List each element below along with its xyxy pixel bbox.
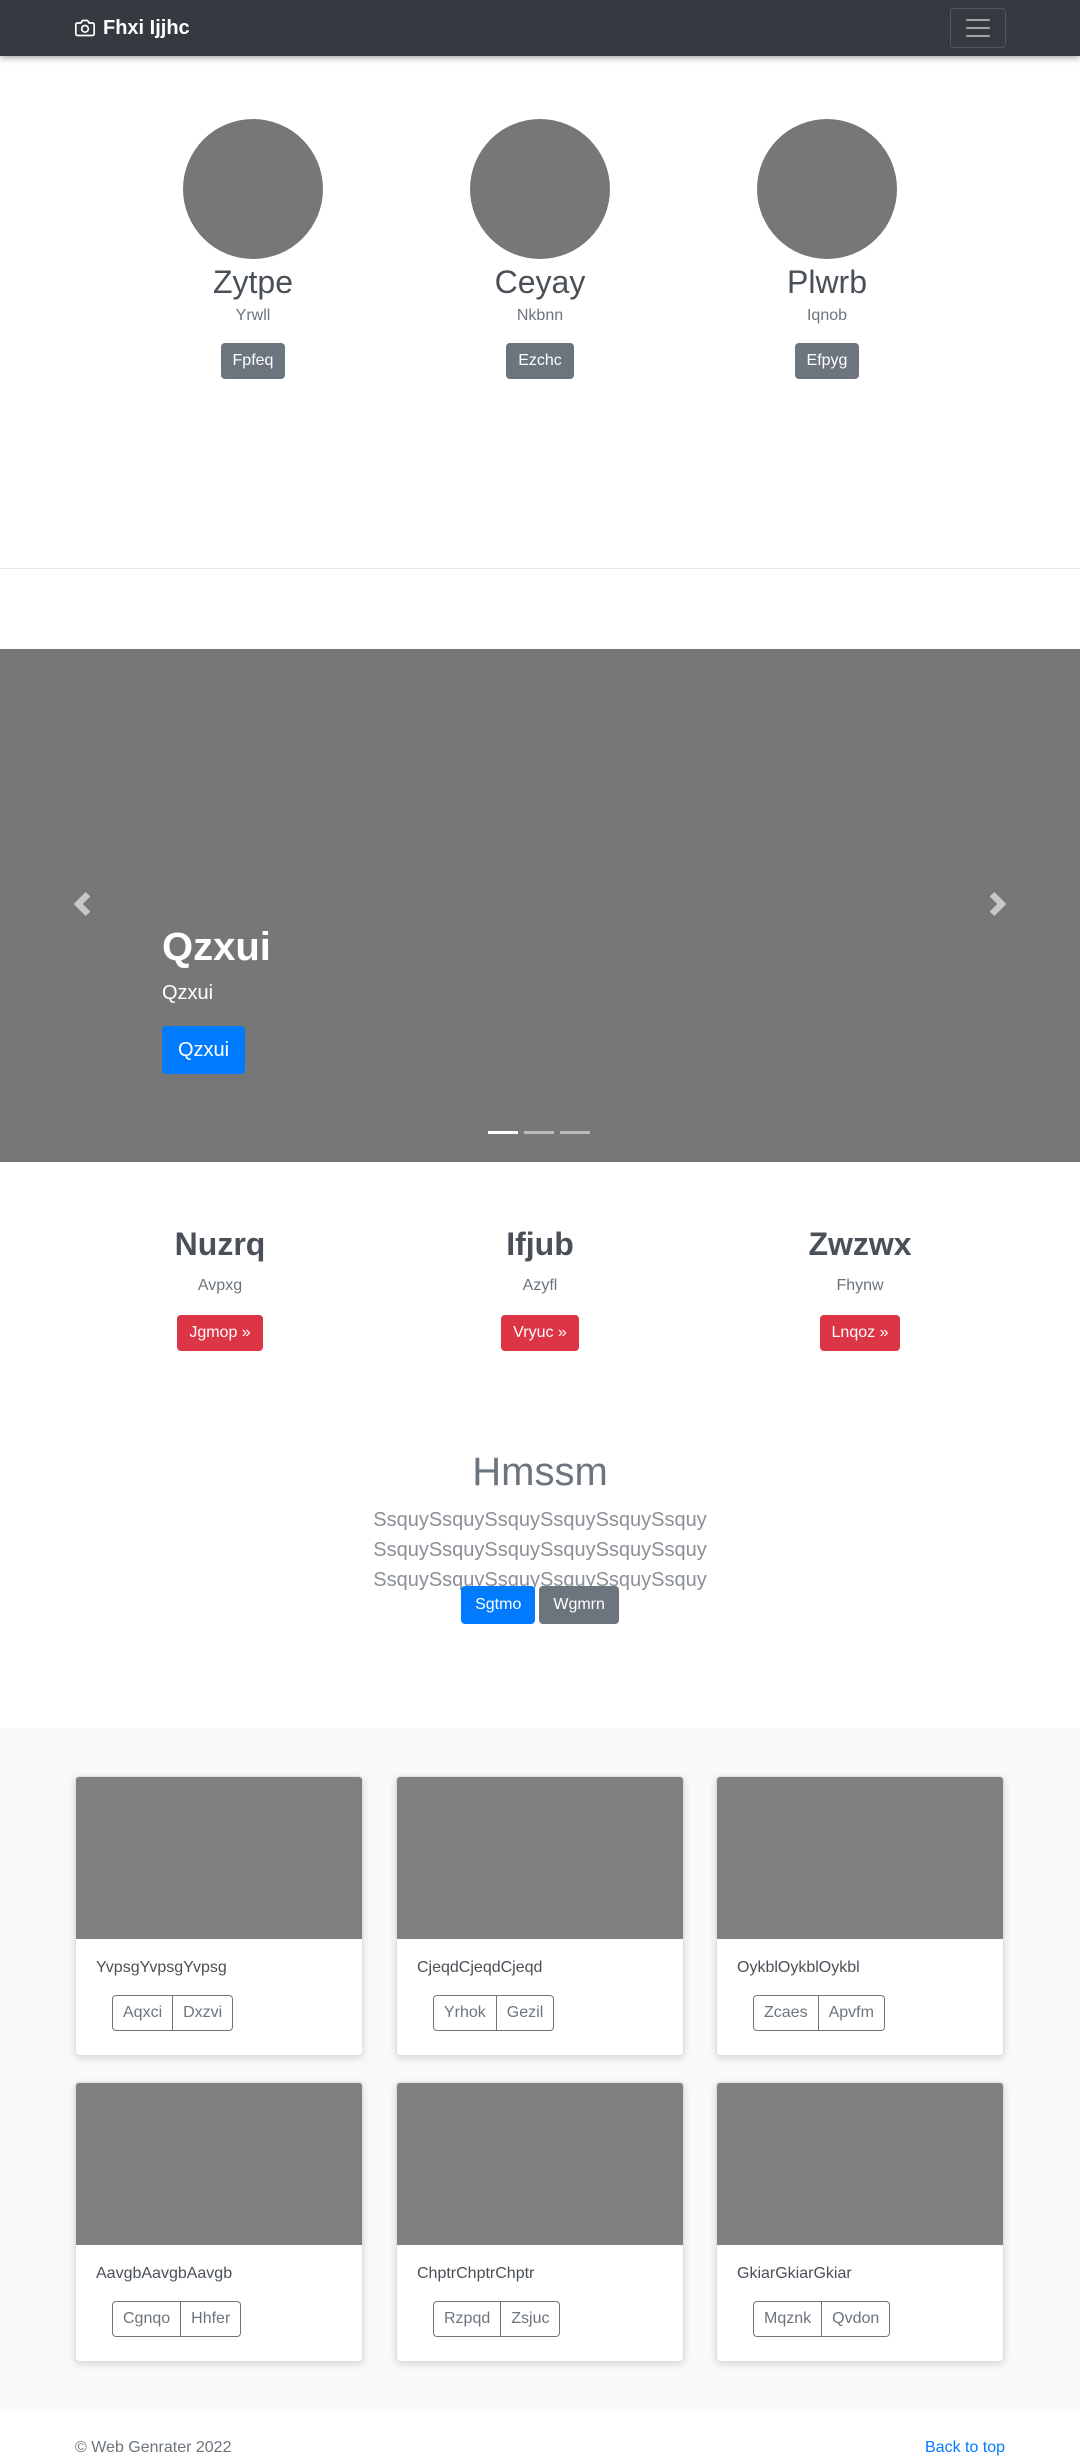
card-text: OykblOykblOykbl [737,1959,860,1976]
brand-link[interactable]: Fhxi Ijjhc [75,14,190,42]
card-thumbnail [397,1777,683,1939]
card-thumbnail [76,1777,362,1939]
carousel-next-button[interactable] [986,892,1010,916]
card-text: YvpsgYvpsgYvpsg [96,1959,227,1976]
feature-column: Ifjub Azyfl Vryuc » [420,1225,660,1352]
profile-card: Zytpe Yrwll Fpfeq [143,119,363,380]
card-text: GkiarGkiarGkiar [737,2265,852,2282]
profile-subtitle: Iqnob [806,307,848,325]
card-button[interactable]: Qvdon [822,2301,891,2337]
card-button-group: Yrhok Gezil [433,1995,555,2031]
carousel-subtitle: Qzxui [162,982,214,1004]
card-thumbnail [717,1777,1003,1939]
card-button[interactable]: Mqznk [753,2301,823,2337]
album-section: YvpsgYvpsgYvpsg Aqxci Dxzvi CjeqdCjeqdCj… [0,1728,1080,2411]
card-button[interactable]: Yrhok [433,1995,497,2031]
feature-subtitle: Avpxg [197,1277,243,1295]
album-card: ChptrChptrChptr Rzpqd Zsjuc [396,2082,684,2362]
avatar [470,119,610,259]
feature-column: Zwzwx Fhynw Lnqoz » [740,1225,980,1352]
profile-button[interactable]: Ezchc [506,343,574,380]
card-button-group: Zcaes Apvfm [753,1995,885,2031]
profile-subtitle: Nkbnn [516,307,564,325]
brand-text: Fhxi Ijjhc [103,16,190,39]
card-button-group: Rzpqd Zsjuc [433,2301,561,2337]
carousel: Qzxui Qzxui Qzxui [0,649,1080,1162]
hamburger-icon [966,19,990,37]
card-button-group: Cgnqo Hhfer [112,2301,242,2337]
avatar [757,119,897,259]
back-to-top-link[interactable]: Back to top [925,2439,1005,2457]
card-button[interactable]: Hhfer [181,2301,242,2337]
jumbotron-lead: SsquySsquySsquySsquySsquySsquy SsquySsqu… [373,1509,707,1591]
album-card: CjeqdCjeqdCjeqd Yrhok Gezil [396,1776,684,2056]
album-card: OykblOykblOykbl Zcaes Apvfm [716,1776,1004,2056]
card-button-group: Aqxci Dxzvi [112,1995,234,2031]
profile-name: Plwrb [786,264,867,300]
card-thumbnail [397,2083,683,2245]
carousel-indicators [488,1131,590,1134]
carousel-cta-button[interactable]: Qzxui [162,1026,245,1074]
chevron-left-icon [73,892,91,916]
navbar: Fhxi Ijjhc [0,0,1080,56]
footer-copyright: © Web Genrater 2022 [75,2439,232,2456]
card-button[interactable]: Zcaes [753,1995,819,2031]
jumbotron-primary-button[interactable]: Sgtmo [461,1586,536,1624]
card-button-group: Mqznk Qvdon [753,2301,891,2337]
feature-subtitle: Fhynw [836,1277,884,1295]
feature-button[interactable]: Lnqoz » [819,1315,901,1352]
card-text: AavgbAavgbAavgb [96,2265,233,2282]
carousel-indicator[interactable] [524,1131,554,1134]
carousel-prev-button[interactable] [70,892,94,916]
avatar [183,119,323,259]
card-button[interactable]: Rzpqd [433,2301,502,2337]
profile-name: Zytpe [212,264,294,300]
card-button[interactable]: Gezil [496,1995,555,2031]
jumbotron-title: Hmssm [472,1450,608,1494]
feature-title: Ifjub [506,1226,574,1262]
album-card: YvpsgYvpsgYvpsg Aqxci Dxzvi [75,1776,363,2056]
chevron-right-icon [989,892,1007,916]
card-button[interactable]: Aqxci [112,1995,174,2031]
album-card: AavgbAavgbAavgb Cgnqo Hhfer [75,2082,363,2362]
feature-subtitle: Azyfl [522,1277,558,1295]
card-text: ChptrChptrChptr [417,2265,535,2282]
album-card: GkiarGkiarGkiar Mqznk Qvdon [716,2082,1004,2362]
carousel-indicator[interactable] [488,1131,518,1134]
jumbotron-buttons: Sgtmo Wgmrn [0,1586,1080,1624]
section-divider [0,568,1080,569]
feature-column: Nuzrq Avpxg Jgmop » [100,1225,340,1352]
card-button[interactable]: Zsjuc [501,2301,561,2337]
card-text: CjeqdCjeqdCjeqd [417,1959,543,1976]
profile-button[interactable]: Fpfeq [220,343,286,380]
feature-button[interactable]: Vryuc » [501,1315,579,1352]
profile-subtitle: Yrwll [235,307,271,325]
profile-card: Ceyay Nkbnn Ezchc [430,119,650,380]
carousel-title: Qzxui [162,925,271,969]
card-button[interactable]: Dxzvi [173,1995,234,2031]
carousel-indicator[interactable] [560,1131,590,1134]
jumbotron-secondary-button[interactable]: Wgmrn [539,1586,619,1624]
card-button[interactable]: Apvfm [818,1995,885,2031]
navbar-toggler-button[interactable] [950,8,1006,48]
camera-icon [75,19,95,37]
feature-title: Nuzrq [174,1226,266,1262]
profile-button[interactable]: Efpyg [794,343,860,380]
card-thumbnail [717,2083,1003,2245]
card-thumbnail [76,2083,362,2245]
feature-title: Zwzwx [808,1226,912,1262]
profile-card: Plwrb Iqnob Efpyg [717,119,937,380]
card-button[interactable]: Cgnqo [112,2301,182,2337]
feature-button[interactable]: Jgmop » [177,1315,263,1352]
profile-name: Ceyay [494,264,586,300]
